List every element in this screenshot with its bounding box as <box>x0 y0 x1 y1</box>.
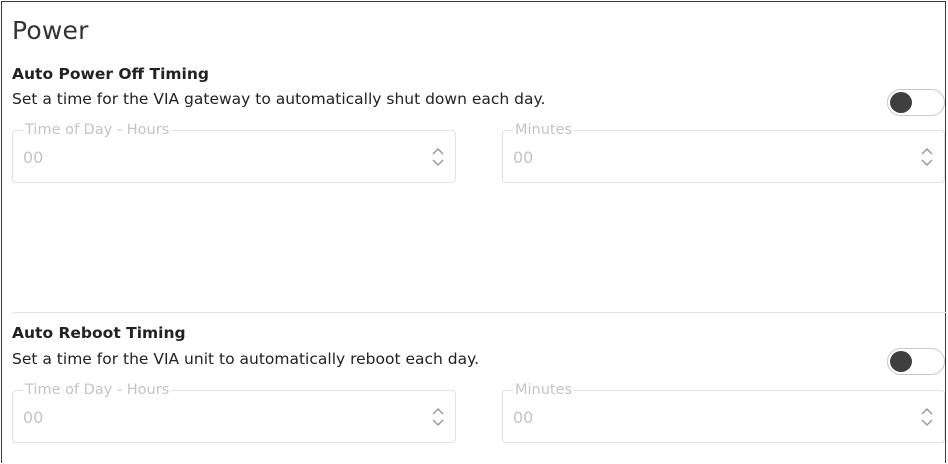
toggle-knob <box>890 351 912 372</box>
reboot-minutes-label: Minutes <box>513 381 575 399</box>
reboot-minutes-field[interactable]: Minutes 00 <box>502 381 945 443</box>
power-settings-panel: Power Auto Power Off Timing Set a time f… <box>1 1 947 463</box>
auto-power-off-heading: Auto Power Off Timing <box>12 65 209 83</box>
up-down-chevron-icon[interactable] <box>920 405 934 429</box>
auto-power-off-toggle[interactable] <box>887 89 945 116</box>
up-down-chevron-icon[interactable] <box>431 405 445 429</box>
auto-reboot-description: Set a time for the VIA unit to automatic… <box>12 350 480 368</box>
toggle-knob <box>890 92 912 113</box>
reboot-minutes-value: 00 <box>513 408 534 427</box>
power-off-hours-value: 00 <box>23 148 44 167</box>
power-off-minutes-value: 00 <box>513 148 534 167</box>
page-title: Power <box>12 16 89 45</box>
up-down-chevron-icon[interactable] <box>920 145 934 169</box>
power-off-hours-field[interactable]: Time of Day - Hours 00 <box>12 121 456 183</box>
auto-power-off-description: Set a time for the VIA gateway to automa… <box>12 90 546 108</box>
reboot-hours-value: 00 <box>23 408 44 427</box>
power-off-hours-label: Time of Day - Hours <box>23 121 172 139</box>
section-divider <box>12 312 947 313</box>
auto-reboot-heading: Auto Reboot Timing <box>12 324 186 342</box>
power-off-minutes-label: Minutes <box>513 121 575 139</box>
power-off-minutes-field[interactable]: Minutes 00 <box>502 121 945 183</box>
reboot-hours-label: Time of Day - Hours <box>23 381 172 399</box>
up-down-chevron-icon[interactable] <box>431 145 445 169</box>
reboot-hours-field[interactable]: Time of Day - Hours 00 <box>12 381 456 443</box>
auto-reboot-toggle[interactable] <box>887 348 945 375</box>
